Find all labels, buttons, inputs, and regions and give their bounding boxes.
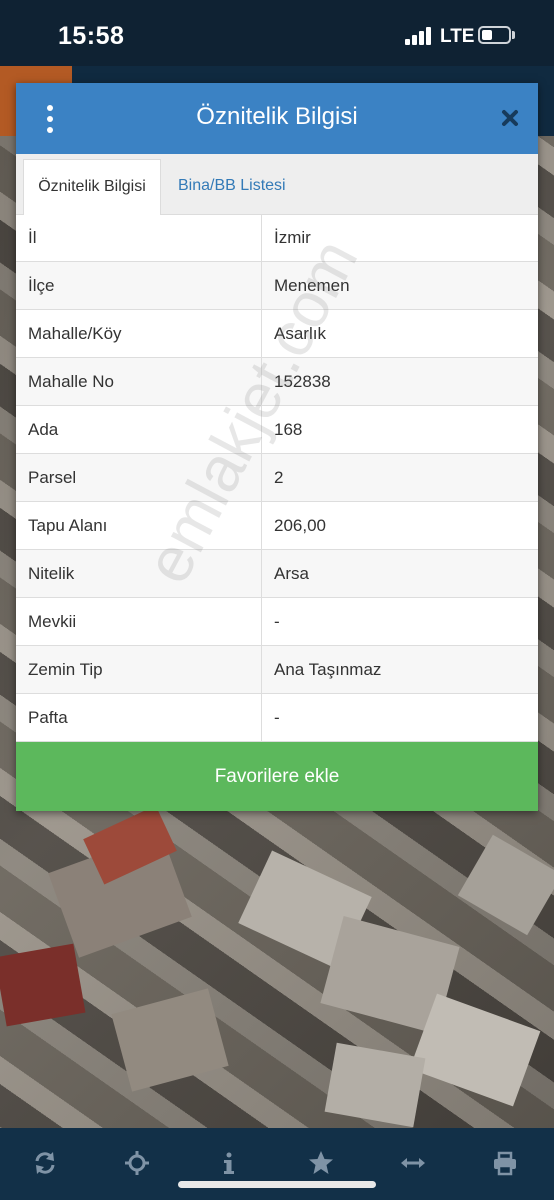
signal-icon — [405, 27, 433, 45]
row-value: İzmir — [274, 228, 311, 247]
map-building — [0, 943, 86, 1027]
column-divider — [261, 646, 262, 693]
row-value: Asarlık — [274, 324, 326, 343]
column-divider — [261, 406, 262, 453]
table-row: Pafta - — [16, 694, 538, 742]
dialog-header: Öznitelik Bilgisi — [16, 83, 538, 154]
map-building — [324, 1042, 426, 1128]
row-value: - — [274, 612, 280, 631]
tab-building-list[interactable]: Bina/BB Listesi — [178, 159, 286, 215]
row-value: 152838 — [274, 372, 331, 391]
column-divider — [261, 358, 262, 405]
close-icon[interactable] — [496, 103, 524, 133]
battery-icon — [478, 26, 511, 44]
row-value: 168 — [274, 420, 303, 439]
row-key: Ada — [28, 420, 59, 439]
table-row: Ada 168 — [16, 406, 538, 454]
refresh-icon[interactable] — [30, 1148, 60, 1178]
tab-attribute-info[interactable]: Öznitelik Bilgisi — [23, 159, 161, 215]
table-row: İlçe Menemen — [16, 262, 538, 310]
dialog-tabs: Öznitelik Bilgisi Bina/BB Listesi — [16, 154, 538, 215]
map-building — [457, 834, 554, 936]
row-value: - — [274, 708, 280, 727]
row-value: Arsa — [274, 564, 309, 583]
table-row: Tapu Alanı 206,00 — [16, 502, 538, 550]
column-divider — [261, 454, 262, 501]
column-divider — [261, 550, 262, 597]
star-icon[interactable] — [306, 1148, 336, 1178]
print-icon[interactable] — [490, 1148, 520, 1178]
attribute-info-dialog: Öznitelik Bilgisi Öznitelik Bilgisi Bina… — [16, 83, 538, 811]
bottom-toolbar — [0, 1128, 554, 1200]
table-row: Mahalle No 152838 — [16, 358, 538, 406]
measure-icon[interactable] — [398, 1148, 428, 1178]
row-key: İl — [28, 228, 37, 247]
row-key: Parsel — [28, 468, 77, 487]
row-key: İlçe — [28, 276, 55, 295]
status-time: 15:58 — [58, 22, 125, 50]
column-divider — [261, 598, 262, 645]
add-to-favorites-button[interactable]: Favorilere ekle — [16, 742, 538, 811]
row-value: 2 — [274, 468, 284, 487]
row-key: Zemin Tip — [28, 660, 103, 679]
column-divider — [261, 214, 262, 261]
table-row: Mahalle/Köy Asarlık — [16, 310, 538, 358]
table-row: Zemin Tip Ana Taşınmaz — [16, 646, 538, 694]
column-divider — [261, 262, 262, 309]
column-divider — [261, 502, 262, 549]
table-row: Nitelik Arsa — [16, 550, 538, 598]
table-row: Parsel 2 — [16, 454, 538, 502]
column-divider — [261, 310, 262, 357]
column-divider — [261, 694, 262, 741]
row-value: Menemen — [274, 276, 350, 295]
status-bar: 15:58 LTE — [0, 0, 554, 66]
network-type: LTE — [440, 26, 475, 47]
row-key: Pafta — [28, 708, 68, 727]
battery-cap — [512, 31, 515, 39]
row-key: Tapu Alanı — [28, 516, 108, 535]
home-indicator[interactable] — [178, 1181, 376, 1188]
row-key: Mahalle No — [28, 372, 114, 391]
row-key: Mahalle/Köy — [28, 324, 122, 343]
row-value: Ana Taşınmaz — [274, 660, 382, 679]
map-building — [111, 988, 229, 1092]
table-row: Mevkii - — [16, 598, 538, 646]
dialog-title: Öznitelik Bilgisi — [196, 103, 358, 130]
row-key: Mevkii — [28, 612, 77, 631]
row-value: 206,00 — [274, 516, 326, 535]
locate-icon[interactable] — [122, 1148, 152, 1178]
attribute-table: İl İzmir İlçe Menemen Mahalle/Köy Asarlı… — [16, 214, 538, 742]
row-key: Nitelik — [28, 564, 75, 583]
info-icon[interactable] — [214, 1148, 244, 1178]
table-row: İl İzmir — [16, 214, 538, 262]
